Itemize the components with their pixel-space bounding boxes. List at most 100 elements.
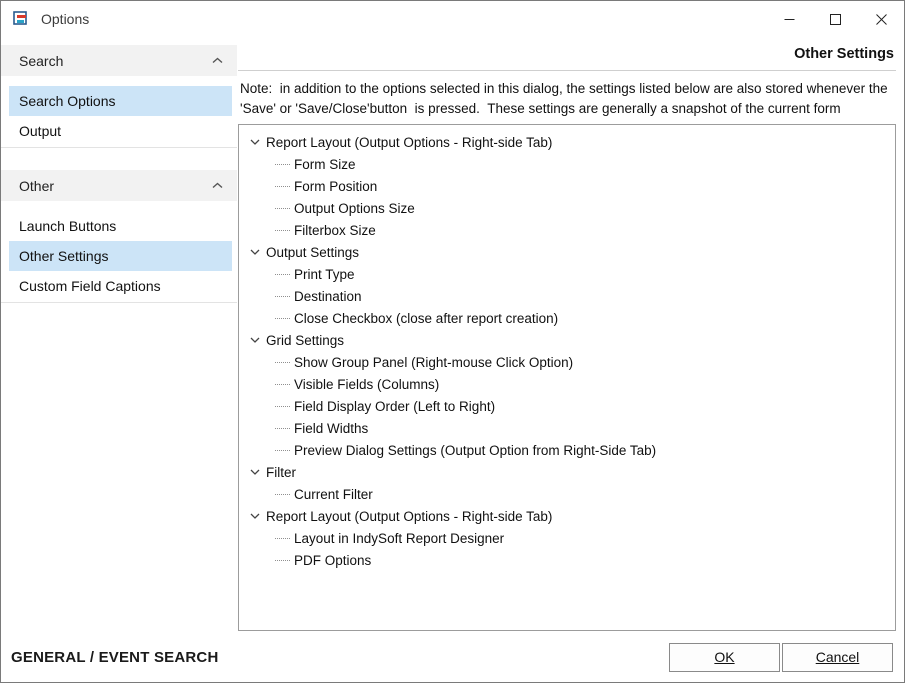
chevron-down-icon bbox=[250, 337, 260, 343]
tree-node-label: Field Display Order (Left to Right) bbox=[294, 399, 495, 414]
tree-node-field-display-order-left-to-right[interactable]: Field Display Order (Left to Right) bbox=[243, 395, 891, 417]
tree-node-grid-settings[interactable]: Grid Settings bbox=[243, 329, 891, 351]
close-icon bbox=[876, 14, 887, 25]
tree-expander[interactable] bbox=[248, 246, 261, 259]
options-dialog: Options Search Search OptionsOutput Other L… bbox=[0, 0, 905, 683]
sidebar-item-other-settings[interactable]: Other Settings bbox=[9, 241, 232, 271]
tree-node-close-checkbox-close-after-report-creation[interactable]: Close Checkbox (close after report creat… bbox=[243, 307, 891, 329]
tree-node-form-position[interactable]: Form Position bbox=[243, 175, 891, 197]
sidebar-item-output[interactable]: Output bbox=[9, 116, 232, 146]
tree-connector-line bbox=[275, 296, 290, 297]
sidebar-group-items: Search OptionsOutput bbox=[1, 76, 237, 147]
tree-connector-line bbox=[275, 560, 290, 561]
content-panel: Other Settings Note: in addition to the … bbox=[237, 37, 904, 636]
tree-node-label: Close Checkbox (close after report creat… bbox=[294, 311, 558, 326]
close-button[interactable] bbox=[858, 1, 904, 37]
tree-node-label: Filterbox Size bbox=[294, 223, 376, 238]
chevron-down-icon bbox=[250, 513, 260, 519]
tree-node-field-widths[interactable]: Field Widths bbox=[243, 417, 891, 439]
tree-node-label: Report Layout (Output Options - Right-si… bbox=[266, 135, 552, 150]
tree-connector-line bbox=[275, 428, 290, 429]
sidebar-item-custom-field-captions[interactable]: Custom Field Captions bbox=[9, 271, 232, 301]
maximize-icon bbox=[830, 14, 841, 25]
context-label: GENERAL / EVENT SEARCH bbox=[11, 649, 219, 666]
sidebar-group-header-search[interactable]: Search bbox=[1, 45, 237, 76]
tree-node-label: Form Position bbox=[294, 179, 377, 194]
tree-node-preview-dialog-settings-output-option-from-right-side-tab[interactable]: Preview Dialog Settings (Output Option f… bbox=[243, 439, 891, 461]
tree-node-label: Visible Fields (Columns) bbox=[294, 377, 439, 392]
tree-expander[interactable] bbox=[248, 136, 261, 149]
tree-node-label: Form Size bbox=[294, 157, 356, 172]
tree-node-label: Report Layout (Output Options - Right-si… bbox=[266, 509, 552, 524]
chevron-up-icon bbox=[212, 182, 223, 189]
tree-connector-line bbox=[275, 208, 290, 209]
tree-node-label: Destination bbox=[294, 289, 362, 304]
tree-node-report-layout-output-options-right-side-tab[interactable]: Report Layout (Output Options - Right-si… bbox=[243, 131, 891, 153]
group-header-label: Other bbox=[19, 178, 54, 194]
tree-connector-line bbox=[275, 450, 290, 451]
sidebar-item-search-options[interactable]: Search Options bbox=[9, 86, 232, 116]
dialog-body: Search Search OptionsOutput Other Launch Bu… bbox=[1, 37, 904, 636]
group-header-label: Search bbox=[19, 53, 63, 69]
chevron-down-icon bbox=[250, 139, 260, 145]
tree-node-filterbox-size[interactable]: Filterbox Size bbox=[243, 219, 891, 241]
tree-connector-line bbox=[275, 164, 290, 165]
minimize-icon bbox=[784, 14, 795, 25]
tree-expander[interactable] bbox=[248, 510, 261, 523]
tree-node-report-layout-output-options-right-side-tab[interactable]: Report Layout (Output Options - Right-si… bbox=[243, 505, 891, 527]
ok-button[interactable]: OK bbox=[669, 643, 780, 672]
tree-connector-line bbox=[275, 362, 290, 363]
note-text: Note: in addition to the options selecte… bbox=[238, 71, 896, 124]
tree-node-label: PDF Options bbox=[294, 553, 371, 568]
tree-node-show-group-panel-right-mouse-click-option[interactable]: Show Group Panel (Right-mouse Click Opti… bbox=[243, 351, 891, 373]
tree-node-form-size[interactable]: Form Size bbox=[243, 153, 891, 175]
sidebar-item-launch-buttons[interactable]: Launch Buttons bbox=[9, 211, 232, 241]
tree-expander[interactable] bbox=[248, 466, 261, 479]
sidebar: Search Search OptionsOutput Other Launch Bu… bbox=[1, 37, 237, 636]
tree-connector-line bbox=[275, 274, 290, 275]
tree-connector-line bbox=[275, 230, 290, 231]
page-title: Other Settings bbox=[794, 46, 894, 62]
chevron-up-icon bbox=[212, 57, 223, 64]
tree-node-print-type[interactable]: Print Type bbox=[243, 263, 891, 285]
tree-node-visible-fields-columns[interactable]: Visible Fields (Columns) bbox=[243, 373, 891, 395]
tree-node-layout-in-indysoft-report-designer[interactable]: Layout in IndySoft Report Designer bbox=[243, 527, 891, 549]
sidebar-group-other: Other Launch ButtonsOther SettingsCustom … bbox=[1, 170, 237, 303]
tree-node-output-options-size[interactable]: Output Options Size bbox=[243, 197, 891, 219]
tree-connector-line bbox=[275, 318, 290, 319]
tree-connector-line bbox=[275, 384, 290, 385]
tree-node-output-settings[interactable]: Output Settings bbox=[243, 241, 891, 263]
sidebar-group-search: Search Search OptionsOutput bbox=[1, 45, 237, 148]
tree-connector-line bbox=[275, 538, 290, 539]
tree-node-filter[interactable]: Filter bbox=[243, 461, 891, 483]
tree-node-destination[interactable]: Destination bbox=[243, 285, 891, 307]
chevron-down-icon bbox=[250, 249, 260, 255]
footer-buttons: OK Cancel bbox=[669, 643, 893, 672]
footer: GENERAL / EVENT SEARCH OK Cancel bbox=[1, 636, 904, 682]
app-icon bbox=[13, 11, 31, 27]
sidebar-group-header-other[interactable]: Other bbox=[1, 170, 237, 201]
chevron-down-icon bbox=[250, 469, 260, 475]
tree-node-label: Show Group Panel (Right-mouse Click Opti… bbox=[294, 355, 573, 370]
titlebar: Options bbox=[1, 1, 904, 37]
ok-button-label: OK bbox=[714, 649, 734, 665]
tree-node-current-filter[interactable]: Current Filter bbox=[243, 483, 891, 505]
tree-node-label: Layout in IndySoft Report Designer bbox=[294, 531, 504, 546]
tree-connector-line bbox=[275, 186, 290, 187]
tree-node-pdf-options[interactable]: PDF Options bbox=[243, 549, 891, 571]
window-controls bbox=[766, 1, 904, 37]
tree-node-label: Output Settings bbox=[266, 245, 359, 260]
tree-node-label: Filter bbox=[266, 465, 296, 480]
tree-node-label: Print Type bbox=[294, 267, 355, 282]
minimize-button[interactable] bbox=[766, 1, 812, 37]
maximize-button[interactable] bbox=[812, 1, 858, 37]
cancel-button[interactable]: Cancel bbox=[782, 643, 893, 672]
tree-expander[interactable] bbox=[248, 334, 261, 347]
tree-connector-line bbox=[275, 406, 290, 407]
tree-node-label: Field Widths bbox=[294, 421, 368, 436]
content-header: Other Settings bbox=[238, 37, 896, 71]
tree-node-label: Current Filter bbox=[294, 487, 373, 502]
tree-connector-line bbox=[275, 494, 290, 495]
window-title: Options bbox=[41, 11, 89, 27]
tree-node-label: Grid Settings bbox=[266, 333, 344, 348]
